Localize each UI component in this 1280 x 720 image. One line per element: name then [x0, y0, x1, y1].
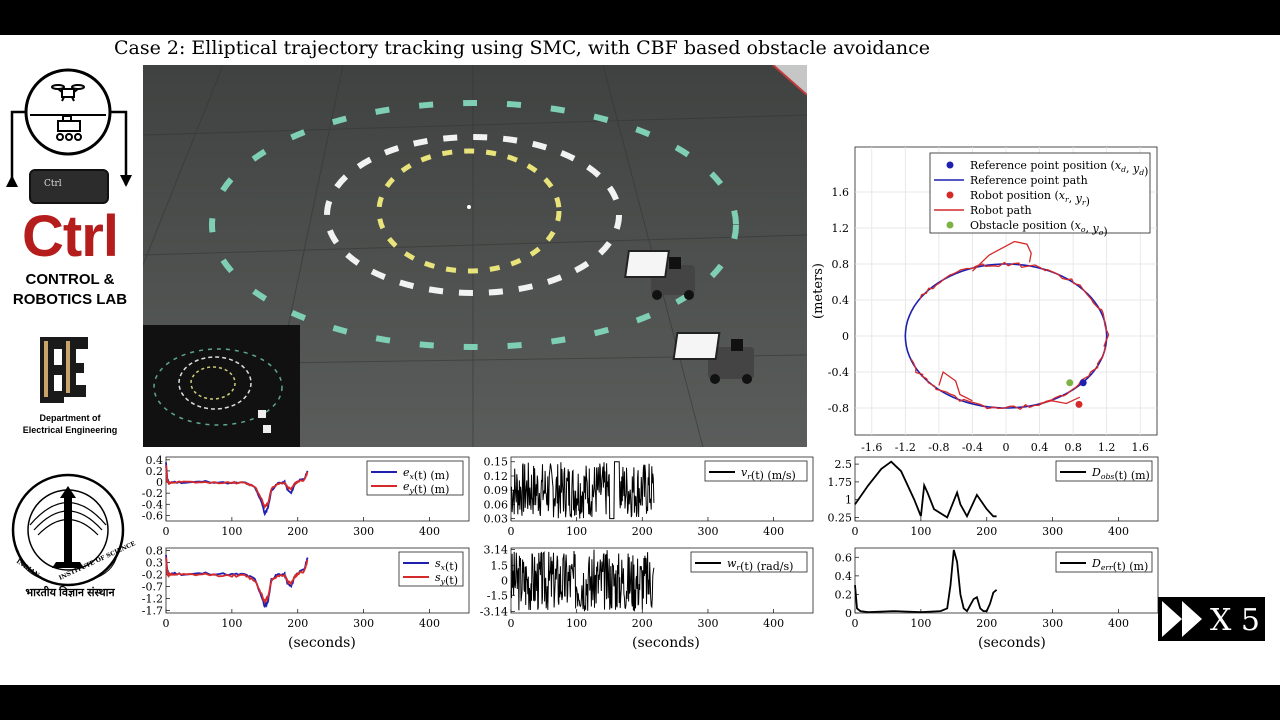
video-frame [143, 65, 807, 447]
x-tick-label: 400 [1108, 617, 1129, 630]
x-tick-label: 300 [697, 617, 718, 630]
y-tick-label: 0.09 [484, 484, 509, 497]
position-error-chart: 0.60.40.200 100 200 300 400Derr(t) (m) [835, 547, 1159, 630]
linear-velocity-chart: 0.150.120.090.060.030 100 200 300 400vr(t) (… [484, 456, 814, 537]
y-tick-label: 1.75 [828, 476, 853, 489]
x-tick-label: 400 [763, 525, 784, 537]
right-time-axis-label: (seconds) [978, 635, 1046, 651]
y-tick-label: 1.6 [832, 186, 850, 199]
x-tick-label: 100 [566, 617, 587, 630]
x-tick-label: 0 [508, 617, 515, 630]
obstacle-point [1066, 379, 1074, 387]
obstacle-distance-chart: 2.51.7510.250 100 200 300 400Dobs(t) (m) [828, 456, 1159, 537]
x-tick-label: 100 [910, 617, 931, 630]
speed-label: X 5 [1210, 603, 1260, 638]
dept-line2: Electrical Engineering [22, 425, 118, 435]
legend-label: Reference point path [970, 174, 1088, 187]
x-tick-label: 400 [419, 617, 440, 630]
iisc-hindi: भारतीय विज्ञान संस्थान [25, 587, 115, 599]
y-tick-label: 0 [501, 575, 508, 588]
y-tick-label: 0.8 [832, 258, 850, 271]
reference-point [1079, 379, 1087, 387]
x-tick-label: 300 [353, 617, 374, 630]
middle-time-axis-label: (seconds) [632, 635, 700, 651]
y-axis-label: (meters) [811, 263, 826, 319]
y-tick-label: 0 [842, 330, 849, 343]
camera-inset [143, 325, 300, 447]
angular-velocity-chart: 3.141.50-1.5-3.140 100 200 300 400wr(t) (rad… [480, 544, 814, 630]
y-tick-label: 0.6 [835, 551, 853, 564]
legend-marker [946, 221, 954, 229]
x-tick-label: 400 [419, 525, 440, 537]
x-tick-label: 300 [353, 525, 374, 537]
y-tick-label: -1.7 [142, 605, 163, 618]
y-tick-label: -0.4 [828, 366, 849, 379]
sidebar: Ctrl Ctrl CONTROL & ROBOTICS LAB Departm… [0, 65, 140, 685]
ctrl-key-label: Ctrl [44, 179, 62, 189]
dept-line1: Department of [39, 413, 101, 423]
x-tick-label: 200 [976, 525, 997, 537]
x-tick-label: 300 [1042, 525, 1063, 537]
ctrl-big-text: Ctrl [22, 204, 119, 269]
tracking-error-chart: 0.40.20-0.2-0.4-0.60 100 200 300 400ex(t) (m… [142, 454, 470, 537]
y-tick-label: 1.5 [491, 560, 509, 573]
x-tick-label: 300 [697, 525, 718, 537]
y-tick-label: 0.4 [835, 570, 853, 583]
trajectory-chart: -1.6 -1.2 -0.8 -0.4 0 0.4 0.8 1.2 1.6-0.8-0.400.… [811, 146, 1158, 475]
x-tick-label: 0 [508, 525, 515, 537]
x-tick-label: 200 [287, 617, 308, 630]
x-tick-label: 100 [566, 525, 587, 537]
y-tick-label: 0.4 [832, 294, 850, 307]
x-tick-label: 200 [632, 525, 653, 537]
page-title: Case 2: Elliptical trajectory tracking u… [114, 37, 931, 59]
x-tick-label: 100 [910, 525, 931, 537]
x-tick-label: 400 [1108, 525, 1129, 537]
robot-point [1075, 400, 1083, 408]
x-tick-label: 400 [763, 617, 784, 630]
x-tick-label: 0 [163, 525, 170, 537]
y-tick-label: -0.8 [828, 402, 849, 415]
lab-name-line1: CONTROL & [25, 271, 115, 288]
ee-logo [40, 337, 88, 403]
sliding-surface-chart: 0.80.3-0.2-0.7-1.2-1.70 100 200 300 400sx(t)… [142, 544, 470, 630]
x-tick-label: 0 [852, 525, 859, 537]
x-tick-label: 300 [1042, 617, 1063, 630]
y-tick-label: 3.14 [484, 544, 509, 557]
x-tick-label: 100 [221, 525, 242, 537]
x-tick-label: 0 [852, 617, 859, 630]
y-tick-label: 0.12 [484, 470, 509, 483]
slide: Case 2: Elliptical trajectory tracking u… [0, 35, 1280, 685]
y-tick-label: 1 [845, 494, 852, 507]
y-tick-label: 2.5 [835, 458, 853, 471]
x-tick-label: 200 [976, 617, 997, 630]
legend-marker [946, 161, 954, 169]
fast-forward-icon [1162, 601, 1202, 637]
y-tick-label: -3.14 [480, 605, 508, 618]
x-tick-label: 200 [287, 525, 308, 537]
legend-marker [946, 191, 954, 199]
y-tick-label: 0.25 [828, 511, 853, 524]
y-tick-label: 0.15 [484, 456, 509, 469]
y-tick-label: -0.6 [142, 509, 163, 522]
lab-name-line2: ROBOTICS LAB [12, 291, 128, 308]
x-tick-label: 200 [632, 617, 653, 630]
iisc-seal: INDIAN INSTITUTE OF SCIENCE [11, 473, 137, 587]
legend-label: Robot path [970, 204, 1032, 217]
y-tick-label: 1.2 [832, 222, 850, 235]
y-tick-label: 0.2 [835, 588, 853, 601]
y-tick-label: -1.5 [487, 589, 508, 602]
left-time-axis-label: (seconds) [288, 635, 356, 651]
y-tick-label: 0.03 [484, 513, 509, 526]
x-tick-label: 0 [163, 617, 170, 630]
y-tick-label: 0.06 [484, 498, 509, 511]
x-tick-label: 100 [221, 617, 242, 630]
speed-badge: X 5 [1158, 597, 1265, 641]
